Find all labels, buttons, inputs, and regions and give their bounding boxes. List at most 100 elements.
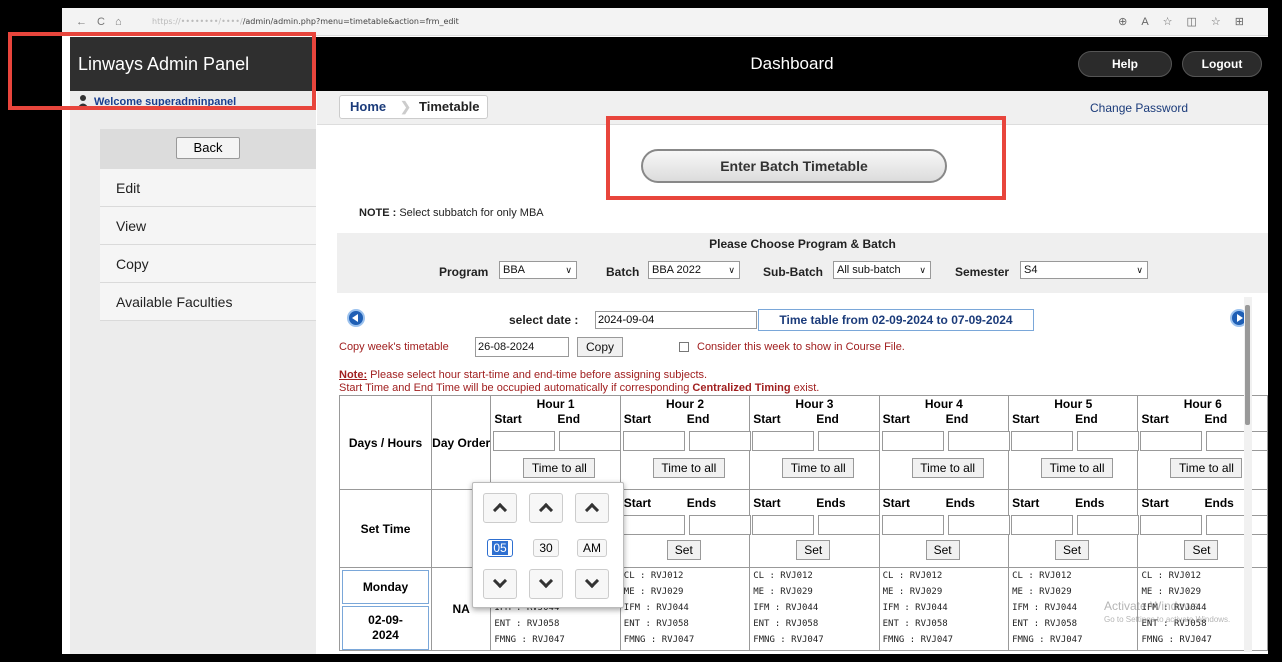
hour-name: Hour 3: [795, 397, 834, 411]
hour-decrement-button[interactable]: [483, 569, 517, 599]
start-time-input[interactable]: [493, 431, 556, 451]
sidebar-item-edit[interactable]: Edit: [100, 169, 316, 207]
time-to-all-button[interactable]: Time to all: [911, 458, 984, 478]
timing-note-label: Note:: [339, 369, 368, 381]
time-to-all-row: Time to all: [491, 454, 619, 480]
end-time-input[interactable]: [1206, 431, 1268, 451]
chevron-down-icon: ∨: [919, 265, 926, 275]
set-button[interactable]: Set: [1184, 540, 1219, 560]
hour-column-header: Hour 1 Start End Time to all: [490, 395, 622, 490]
program-batch-panel: Please Choose Program & Batch Program BB…: [337, 233, 1268, 293]
end-label: End: [557, 412, 581, 426]
scrollbar-thumb[interactable]: [1245, 305, 1250, 425]
change-password-link[interactable]: Change Password: [1090, 101, 1188, 115]
batch-select[interactable]: BBA 2022 ∨: [648, 261, 740, 279]
set-button[interactable]: Set: [666, 540, 701, 560]
subject-cell[interactable]: CL : RVJ012 ME : RVJ029 IFM : RVJ044 ENT : …: [878, 567, 1010, 651]
week-navigation: select date : 2024-09-04 Time table from…: [337, 295, 1268, 335]
time-to-all-button[interactable]: Time to all: [523, 458, 596, 478]
start-end-labels: Start End: [621, 412, 749, 428]
end-time-input[interactable]: [559, 431, 622, 451]
chevron-down-icon: ∨: [565, 265, 572, 275]
set-end-input[interactable]: [947, 515, 1010, 535]
start-time-input[interactable]: [1140, 431, 1203, 451]
set-end-input[interactable]: [688, 515, 751, 535]
previous-week-icon[interactable]: [347, 309, 365, 327]
subject-entry: CL : RVJ012: [623, 571, 684, 581]
sidebar-item-copy[interactable]: Copy: [100, 245, 316, 283]
minute-increment-button[interactable]: [529, 493, 563, 523]
subject-entry: ENT : RVJ058: [494, 619, 560, 629]
set-button[interactable]: Set: [1055, 540, 1090, 560]
semester-select[interactable]: S4 ∨: [1020, 261, 1148, 279]
subject-entry: FMNG : RVJ047: [623, 635, 695, 645]
logout-button[interactable]: Logout: [1182, 51, 1262, 77]
set-start-input[interactable]: [622, 515, 685, 535]
program-select[interactable]: BBA ∨: [499, 261, 577, 279]
watermark-line1: Activate Windows: [1104, 599, 1199, 613]
back-button[interactable]: Back: [176, 137, 240, 159]
start-label: Start: [623, 496, 652, 510]
time-to-all-button[interactable]: Time to all: [782, 458, 855, 478]
minute-decrement-button[interactable]: [529, 569, 563, 599]
browser-nav-icons[interactable]: ←C⌂: [76, 16, 132, 28]
set-start-input[interactable]: [1011, 515, 1074, 535]
hour-column-header: Hour 4 Start End Time to all: [878, 395, 1010, 490]
minute-value[interactable]: 30: [533, 539, 559, 557]
subject-entry: ME : RVJ029: [882, 587, 943, 597]
note-label: NOTE :: [359, 207, 397, 219]
hour-value[interactable]: 05: [487, 539, 513, 557]
start-time-input[interactable]: [752, 431, 815, 451]
timetable-scrollbar[interactable]: [1244, 297, 1252, 652]
timing-note-line2c: exist.: [793, 382, 820, 394]
chevron-up-icon: [538, 502, 554, 518]
set-end-input[interactable]: [1206, 515, 1268, 535]
time-to-all-button[interactable]: Time to all: [1041, 458, 1114, 478]
start-time-input[interactable]: [881, 431, 944, 451]
time-inputs: [621, 428, 751, 454]
set-start-input[interactable]: [752, 515, 815, 535]
end-time-input[interactable]: [818, 431, 881, 451]
start-label: Start: [882, 412, 910, 426]
help-button[interactable]: Help: [1078, 51, 1172, 77]
subject-cell[interactable]: CL : RVJ012 ME : RVJ029 IFM : RVJ044 ENT : …: [749, 567, 880, 651]
set-time-cell: Start Ends Set: [878, 489, 1010, 568]
set-start-input[interactable]: [1140, 515, 1203, 535]
time-to-all-button[interactable]: Time to all: [652, 458, 725, 478]
course-file-checkbox[interactable]: [679, 342, 689, 352]
address-bar[interactable]: https://••••••••/••••//admin/admin.php?m…: [152, 17, 459, 26]
hour-column-header: Hour 3 Start End Time to all: [749, 395, 881, 490]
select-date-input[interactable]: 2024-09-04: [595, 311, 757, 329]
end-time-input[interactable]: [688, 431, 751, 451]
start-label: Start: [1012, 412, 1040, 426]
sidebar-item-available-faculties[interactable]: Available Faculties: [100, 283, 316, 321]
end-time-input[interactable]: [1077, 431, 1140, 451]
end-label: End: [816, 412, 839, 426]
day-cell: Monday 02-09- 2024: [339, 567, 432, 651]
subject-cell[interactable]: CL : RVJ012 ME : RVJ029 IFM : RVJ044 ENT : …: [619, 567, 751, 651]
meridiem-decrement-button[interactable]: [575, 569, 609, 599]
breadcrumb-home[interactable]: Home: [340, 96, 400, 118]
set-end-input[interactable]: [818, 515, 881, 535]
set-time-inputs: [621, 512, 751, 538]
meridiem-increment-button[interactable]: [575, 493, 609, 523]
subbatch-select[interactable]: All sub-batch ∨: [833, 261, 931, 279]
set-time-cell: Start Ends Set: [1008, 489, 1140, 568]
end-time-input[interactable]: [947, 431, 1010, 451]
set-button[interactable]: Set: [796, 540, 831, 560]
copy-week-date-input[interactable]: 26-08-2024: [475, 337, 569, 357]
set-time-cell: Start Ends Set: [749, 489, 881, 568]
hour-increment-button[interactable]: [483, 493, 517, 523]
screenshot-frame: ←C⌂ https://••••••••/••••//admin/admin.p…: [0, 0, 1282, 662]
set-button[interactable]: Set: [925, 540, 960, 560]
set-end-input[interactable]: [1077, 515, 1140, 535]
set-start-input[interactable]: [881, 515, 944, 535]
meridiem-value[interactable]: AM: [577, 539, 607, 557]
browser-tools-icons[interactable]: ⊕A☆◫☆⊞: [1118, 15, 1258, 28]
sidebar-item-view[interactable]: View: [100, 207, 316, 245]
start-time-input[interactable]: [1011, 431, 1074, 451]
time-to-all-button[interactable]: Time to all: [1170, 458, 1243, 478]
start-time-input[interactable]: [622, 431, 685, 451]
breadcrumb-separator-icon: ❯: [400, 99, 412, 114]
copy-week-button[interactable]: Copy: [577, 337, 623, 357]
